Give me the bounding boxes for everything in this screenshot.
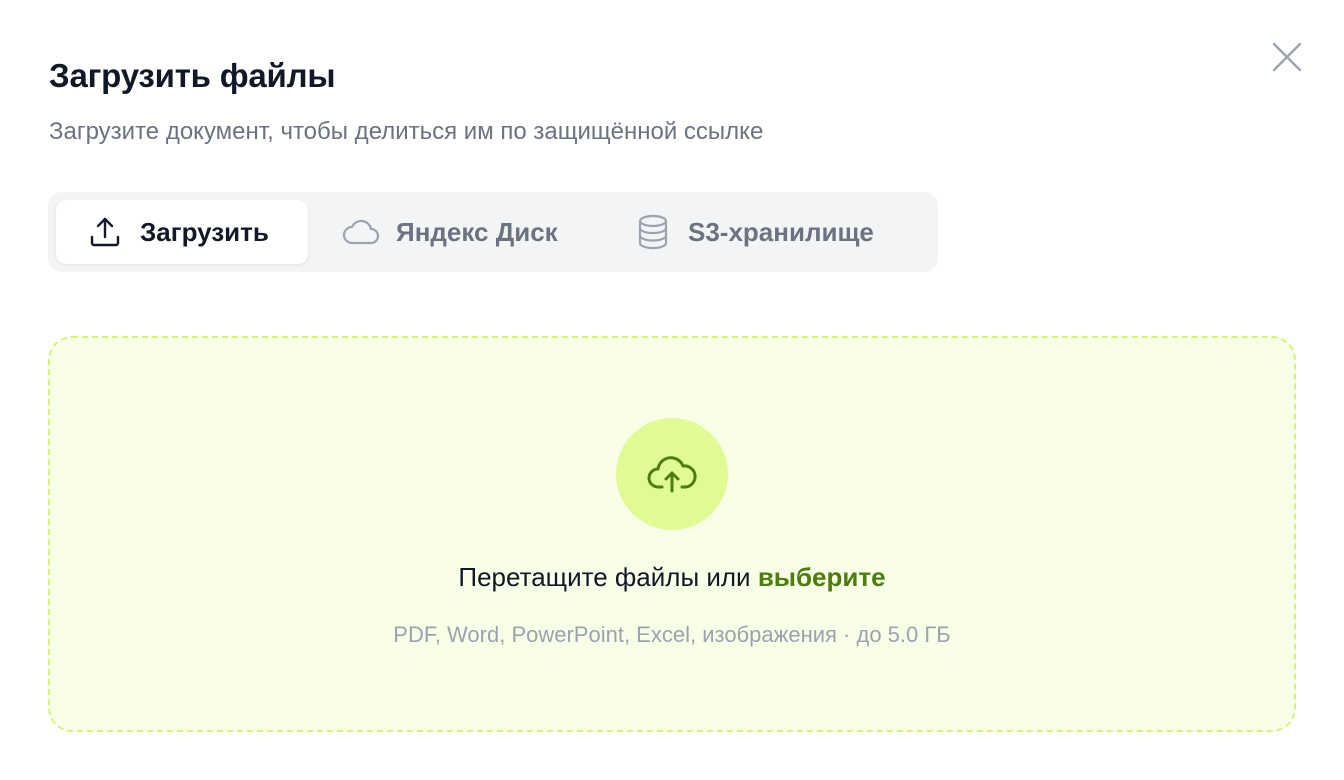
upload-icon: [88, 215, 122, 249]
source-tabs: Загрузить Яндекс Диск S3-хранилище: [48, 192, 938, 272]
dropzone-icon-circle: [616, 418, 728, 530]
dropzone-prompt-text: Перетащите файлы или: [458, 562, 758, 592]
cloud-upload-icon: [647, 456, 697, 493]
tab-upload[interactable]: Загрузить: [56, 200, 308, 264]
dropzone-prompt: Перетащите файлы или выберите: [50, 560, 1294, 594]
choose-files-link[interactable]: выберите: [758, 562, 886, 592]
tab-s3-storage[interactable]: S3-хранилище: [608, 200, 928, 264]
tab-upload-label: Загрузить: [140, 216, 269, 247]
tab-s3-storage-label: S3-хранилище: [688, 216, 874, 247]
upload-dialog: Загрузить файлы Загрузите документ, чтоб…: [0, 0, 1344, 780]
tab-yandex-disk-label: Яндекс Диск: [396, 216, 558, 247]
dialog-subtitle: Загрузите документ, чтобы делиться им по…: [49, 118, 764, 145]
tab-yandex-disk[interactable]: Яндекс Диск: [308, 200, 608, 264]
cloud-icon: [342, 217, 380, 247]
close-icon: [1272, 42, 1302, 72]
close-button[interactable]: [1266, 36, 1308, 78]
database-icon: [636, 214, 670, 250]
file-dropzone[interactable]: Перетащите файлы или выберите PDF, Word,…: [48, 336, 1296, 732]
dropzone-hint: PDF, Word, PowerPoint, Excel, изображени…: [393, 622, 951, 647]
dialog-title: Загрузить файлы: [49, 57, 336, 94]
